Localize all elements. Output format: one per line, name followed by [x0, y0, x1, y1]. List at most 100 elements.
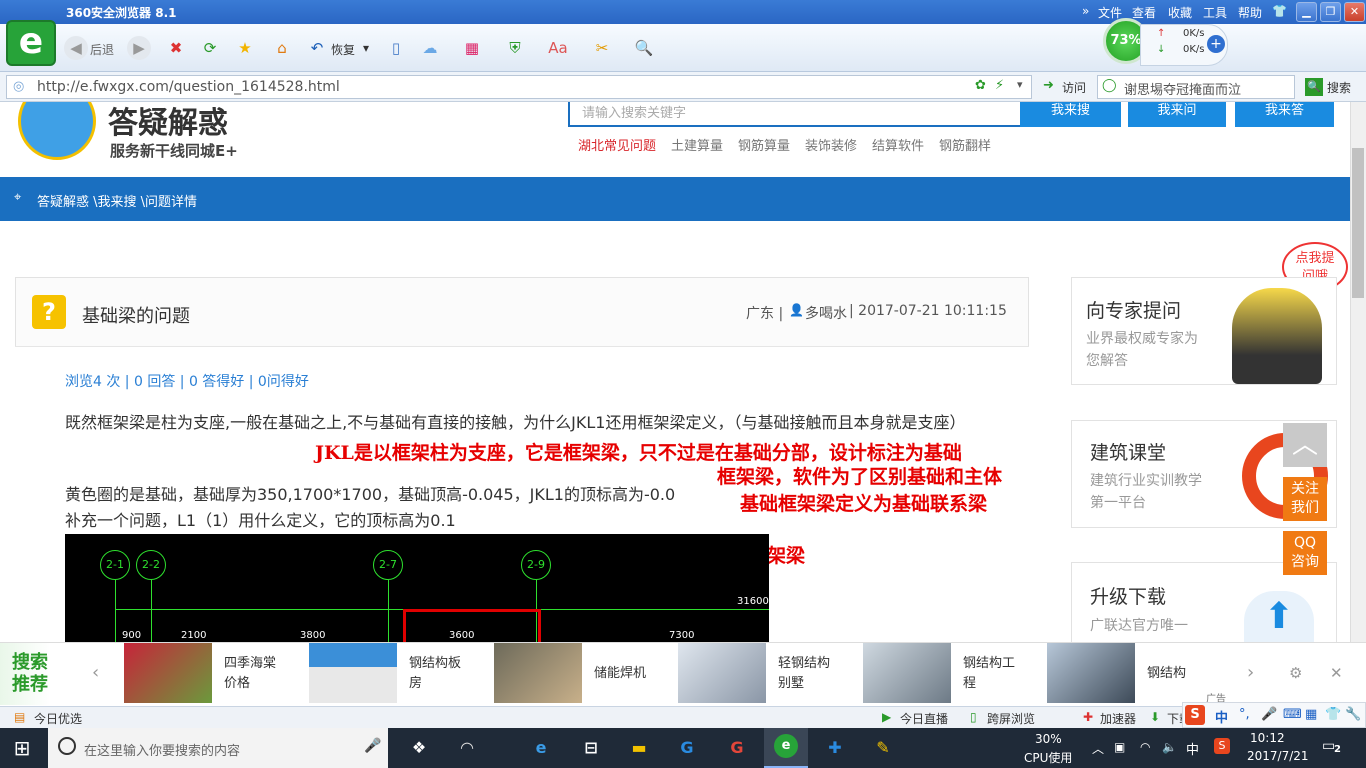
prev-arrow-icon[interactable]: ‹: [92, 662, 99, 683]
status-accelerator[interactable]: 加速器: [1100, 710, 1136, 727]
store-icon[interactable]: ⊟: [576, 734, 606, 762]
ad-text[interactable]: 钢结构: [1147, 664, 1211, 684]
search-btn[interactable]: 我来搜: [1020, 102, 1121, 127]
ask-btn[interactable]: 我来问: [1128, 102, 1226, 127]
menu-view[interactable]: 查看: [1132, 4, 1156, 21]
cad-drawing-image[interactable]: 2-1 2-2 2-7 2-9 31600 900 2100 3800 3600…: [65, 534, 769, 642]
url-field[interactable]: ◎ http://e.fwxgx.com/question_1614528.ht…: [6, 75, 1032, 99]
ie-icon[interactable]: e: [526, 734, 556, 762]
status-live[interactable]: 今日直播: [900, 710, 948, 727]
menu-help[interactable]: 帮助: [1238, 4, 1262, 21]
menu-favorites[interactable]: 收藏: [1168, 4, 1192, 21]
skin-icon[interactable]: 👕: [1272, 4, 1287, 18]
apps-icon[interactable]: ▦: [460, 36, 484, 60]
ad-image-steel-house[interactable]: [309, 643, 397, 703]
ime-indicator[interactable]: 中: [1186, 739, 1199, 758]
keyboard-icon[interactable]: ⌨: [1283, 707, 1302, 722]
search-engine-icon[interactable]: ◯: [1102, 78, 1117, 93]
wrench-icon[interactable]: 🔧: [1345, 707, 1361, 722]
category-tujian[interactable]: 土建算量: [671, 135, 723, 154]
answer-btn[interactable]: 我来答: [1235, 102, 1334, 127]
search-text[interactable]: 谢思埸夺冠掩面而泣: [1124, 79, 1241, 98]
refresh-icon[interactable]: ⟳: [198, 36, 222, 60]
ad-text[interactable]: 四季海棠价格: [224, 654, 288, 694]
ad-image-light-steel[interactable]: [678, 643, 766, 703]
ad-image-welder[interactable]: [494, 643, 582, 703]
next-arrow-icon[interactable]: ›: [1247, 662, 1254, 683]
voice-icon[interactable]: 🎤: [1261, 707, 1277, 722]
zoom-icon[interactable]: 🔍: [632, 36, 656, 60]
menu-tools[interactable]: 工具: [1203, 4, 1227, 21]
maximize-button[interactable]: ❐: [1320, 2, 1341, 22]
sogou-icon[interactable]: S: [1185, 705, 1205, 725]
minimize-button[interactable]: ▁: [1296, 2, 1317, 22]
glodon-app-icon[interactable]: G: [672, 734, 702, 762]
secure-icon[interactable]: ✿: [975, 78, 986, 93]
status-left-label[interactable]: 今日优选: [34, 710, 82, 727]
tray-expand-icon[interactable]: ︿: [1092, 740, 1104, 757]
favorites-star-icon[interactable]: ★: [233, 36, 257, 60]
visit-icon[interactable]: ➜: [1043, 78, 1054, 93]
microphone-icon[interactable]: 🎤: [364, 738, 381, 754]
scrollbar-thumb[interactable]: [1352, 148, 1364, 298]
back-to-top-icon[interactable]: ︿: [1283, 423, 1327, 467]
security-icon[interactable]: ⛨: [503, 36, 527, 60]
windows-start-icon[interactable]: ⊞: [10, 736, 34, 760]
back-label[interactable]: 后退: [90, 41, 114, 58]
cloud-icon[interactable]: ☁: [418, 36, 442, 60]
breadcrumb[interactable]: 答疑解惑 \我来搜 \问题详情: [37, 191, 197, 210]
translate-icon[interactable]: Aa: [546, 36, 570, 60]
site-search-input[interactable]: 请输入搜索关键字: [568, 102, 1022, 127]
status-cross-screen[interactable]: 跨屏浏览: [987, 710, 1035, 727]
plus-app-icon[interactable]: ✚: [820, 734, 850, 762]
restore-icon[interactable]: ↶: [305, 36, 329, 60]
category-gangjin[interactable]: 钢筋算量: [738, 135, 790, 154]
url-text[interactable]: http://e.fwxgx.com/question_1614528.html: [37, 79, 340, 95]
ad-text[interactable]: 钢结构板房: [409, 654, 473, 694]
add-icon[interactable]: +: [1207, 35, 1225, 53]
network-icon[interactable]: ▣: [1114, 740, 1125, 754]
volume-icon[interactable]: 🔈: [1162, 740, 1177, 754]
grid-icon[interactable]: ▦: [1305, 707, 1317, 722]
category-zhuangshi[interactable]: 装饰装修: [805, 135, 857, 154]
file-explorer-icon[interactable]: ▬: [624, 734, 654, 762]
ad-text[interactable]: 钢结构工程: [963, 654, 1027, 694]
home-icon[interactable]: ⌂: [270, 36, 294, 60]
ad-image-steel-project[interactable]: [863, 643, 951, 703]
clock-time[interactable]: 10:12: [1250, 731, 1285, 745]
close-button[interactable]: ✕: [1344, 2, 1365, 22]
browser-logo-icon[interactable]: e: [6, 20, 56, 66]
url-dropdown-icon[interactable]: ▾: [1017, 78, 1023, 91]
follow-button[interactable]: 关注我们: [1283, 477, 1327, 521]
punctuation-icon[interactable]: °,: [1239, 707, 1250, 722]
notepad-icon[interactable]: ✎: [868, 734, 898, 762]
stop-icon[interactable]: ✖: [164, 36, 188, 60]
active-browser-task[interactable]: e: [764, 728, 808, 768]
search-field[interactable]: ◯ 谢思埸夺冠掩面而泣: [1097, 75, 1295, 99]
ad-text[interactable]: 轻钢结构别墅: [778, 654, 842, 694]
task-view-icon[interactable]: ❖: [404, 734, 434, 762]
more-icon[interactable]: »: [1082, 4, 1089, 18]
screenshot-icon[interactable]: ✂: [590, 36, 614, 60]
wifi-icon[interactable]: ◠: [1140, 740, 1150, 754]
speed-mode-icon[interactable]: ⚡: [995, 78, 1004, 93]
sogou-tray-icon[interactable]: S: [1214, 738, 1230, 754]
category-fanyang[interactable]: 钢筋翻样: [939, 135, 991, 154]
category-hubei[interactable]: 湖北常见问题: [578, 135, 656, 154]
category-jiesuan[interactable]: 结算软件: [872, 135, 924, 154]
ad-image-begonia[interactable]: [124, 643, 212, 703]
phone-icon[interactable]: ▯: [384, 36, 408, 60]
ad-image-steel[interactable]: [1047, 643, 1135, 703]
restore-label[interactable]: 恢复: [331, 41, 355, 58]
ime-mode-icon[interactable]: 中: [1215, 707, 1228, 726]
restore-dropdown-icon[interactable]: ▾: [363, 41, 369, 55]
question-user[interactable]: 多喝水: [805, 303, 847, 323]
visit-button[interactable]: 访问: [1062, 79, 1086, 96]
forward-icon[interactable]: ▶: [127, 36, 151, 60]
ad-text[interactable]: 储能焊机: [594, 664, 658, 684]
expert-card[interactable]: 向专家提问 业界最权威专家为您解答: [1071, 277, 1337, 385]
qq-consult-button[interactable]: QQ咨询: [1283, 531, 1327, 575]
settings-icon[interactable]: ⚙: [1289, 664, 1302, 682]
back-icon[interactable]: ◀: [64, 36, 88, 60]
clock-date[interactable]: 2017/7/21: [1247, 749, 1309, 763]
